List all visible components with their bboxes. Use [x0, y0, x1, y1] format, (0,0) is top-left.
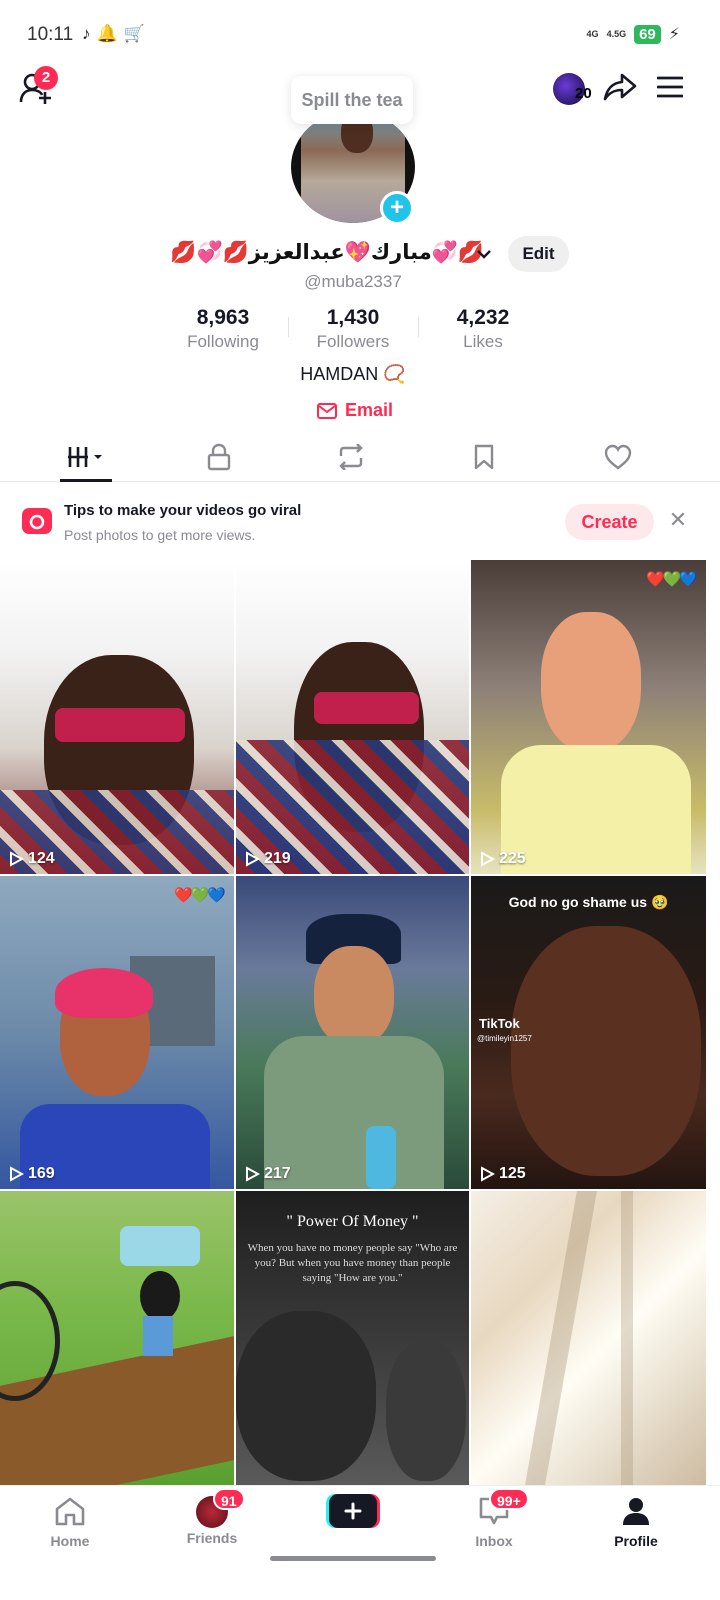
bell-icon: 🔔 [96, 24, 118, 43]
active-tab-indicator [60, 479, 112, 482]
tiktok-watermark: TikTok [479, 1016, 520, 1031]
nav-home[interactable]: Home [25, 1496, 115, 1549]
nav-home-label: Home [50, 1533, 90, 1549]
view-count: 219 [244, 850, 291, 868]
nav-friends-label: Friends [186, 1530, 238, 1546]
bottom-navigation: Home 91 Friends 99+ Inbox Profile [0, 1485, 720, 1600]
tab-reposts[interactable] [321, 440, 381, 474]
watermark-handle: @timileyin1257 [477, 1034, 532, 1043]
profile-tabs [0, 432, 720, 482]
view-count: 225 [479, 850, 526, 868]
stat-followers[interactable]: 1,430 Followers [288, 305, 418, 353]
tab-private[interactable] [189, 440, 249, 474]
video-thumbnail[interactable]: " Power Of Money " When you have no mone… [236, 1191, 469, 1485]
spill-the-tea-tooltip[interactable]: Spill the tea [291, 76, 413, 124]
add-story-button[interactable]: + [380, 191, 414, 225]
stat-likes-label: Likes [463, 332, 503, 351]
close-icon[interactable]: ✕ [666, 508, 690, 532]
tip-subtitle: Post photos to get more views. [64, 527, 256, 543]
video-caption: God no go shame us 🥹 [508, 894, 669, 910]
cart-icon: 🛒 [123, 24, 145, 43]
mail-icon [317, 402, 337, 419]
chevron-down-icon[interactable] [474, 244, 494, 264]
stat-following-label: Following [187, 332, 259, 351]
heart-emojis: ❤️💚💙 [645, 571, 698, 588]
menu-icon[interactable] [657, 76, 683, 98]
home-icon [55, 1497, 85, 1526]
battery-indicator: 69 [634, 24, 661, 44]
email-link[interactable]: Email [317, 400, 393, 421]
tab-favorites[interactable] [454, 440, 514, 474]
video-thumbnail[interactable]: ❤️💚💙 225 [471, 560, 706, 874]
viral-tips-banner[interactable]: Tips to make your videos go viral Post p… [0, 484, 720, 560]
tiktok-notification-icon: ♪ [82, 24, 91, 43]
friend-requests-badge: 2 [34, 66, 58, 90]
stat-followers-value: 1,430 [326, 306, 380, 329]
email-label: Email [345, 400, 394, 420]
video-grid: 124 219 ❤️💚💙 225 ❤️💚💙 169 217 God no go … [0, 560, 720, 1485]
network-4g: 4G [586, 28, 599, 39]
heart-emojis: ❤️💚💙 [173, 887, 226, 904]
video-title: " Power Of Money " [286, 1213, 419, 1230]
stat-followers-label: Followers [316, 332, 390, 351]
display-name: 💋💞مبارك💖عبدالعزيز💋💞💋 [170, 240, 484, 264]
repost-icon [339, 444, 363, 470]
nav-profile-label: Profile [614, 1533, 658, 1549]
share-icon[interactable] [603, 72, 637, 102]
network-45g: 4.5G [606, 28, 627, 39]
video-thumbnail[interactable]: God no go shame us 🥹 TikTok @timileyin12… [471, 876, 706, 1189]
status-notification-icons: ♪ 🔔 🛒 [82, 24, 145, 44]
stat-following-value: 8,963 [196, 306, 250, 329]
video-thumbnail[interactable]: 124 [0, 560, 234, 874]
lock-icon [207, 443, 231, 471]
nav-inbox-label: Inbox [475, 1533, 513, 1549]
stat-likes[interactable]: 4,232 Likes [418, 305, 548, 353]
nav-inbox[interactable]: 99+ Inbox [449, 1488, 539, 1549]
camera-icon [22, 508, 52, 534]
edit-profile-button[interactable]: Edit [508, 236, 569, 272]
video-thumbnail[interactable]: 217 [236, 876, 469, 1189]
tab-videos[interactable] [56, 440, 116, 474]
video-thumbnail[interactable]: 219 [236, 560, 469, 874]
profile-stats: 8,963 Following 1,430 Followers 4,232 Li… [0, 305, 720, 355]
video-thumbnail[interactable]: ❤️💚💙 169 [0, 876, 234, 1189]
view-count: 124 [8, 850, 55, 868]
video-thumbnail[interactable] [0, 1191, 234, 1485]
tip-title: Tips to make your videos go viral [64, 502, 302, 519]
profile-icon [623, 1498, 649, 1525]
nav-friends[interactable]: 91 Friends [167, 1488, 257, 1546]
heart-icon [604, 444, 632, 470]
video-quote: When you have no money people say "Who a… [247, 1242, 458, 1284]
profile-bio: HAMDAN 📿 [300, 364, 406, 384]
create-video-button[interactable] [326, 1494, 380, 1528]
stat-following[interactable]: 8,963 Following [158, 305, 288, 353]
video-thumbnail[interactable] [471, 1191, 706, 1485]
bookmark-icon [474, 444, 494, 470]
status-bar: 10:11 ♪ 🔔 🛒 4G 4.5G 69 ⚡ [0, 0, 720, 72]
view-count: 169 [8, 1165, 55, 1183]
inbox-badge: 99+ [489, 1488, 529, 1510]
grid-icon [68, 447, 102, 467]
nav-profile[interactable]: Profile [591, 1496, 681, 1549]
view-count: 125 [479, 1165, 526, 1183]
stat-likes-value: 4,232 [456, 306, 510, 329]
tab-liked[interactable] [588, 440, 648, 474]
friends-badge: 91 [213, 1488, 245, 1510]
status-right: 4G 4.5G 69 ⚡ [587, 24, 680, 44]
view-count: 217 [244, 1165, 291, 1183]
home-indicator[interactable] [270, 1556, 436, 1561]
charging-icon: ⚡ [668, 26, 680, 43]
create-button[interactable]: Create [565, 504, 654, 540]
streak-count: 20 [575, 85, 592, 102]
name-row: 💋💞مبارك💖عبدالعزيز💋💞💋 [0, 236, 720, 274]
username: @muba2337 [304, 272, 402, 291]
status-time: 10:11 [27, 24, 74, 45]
